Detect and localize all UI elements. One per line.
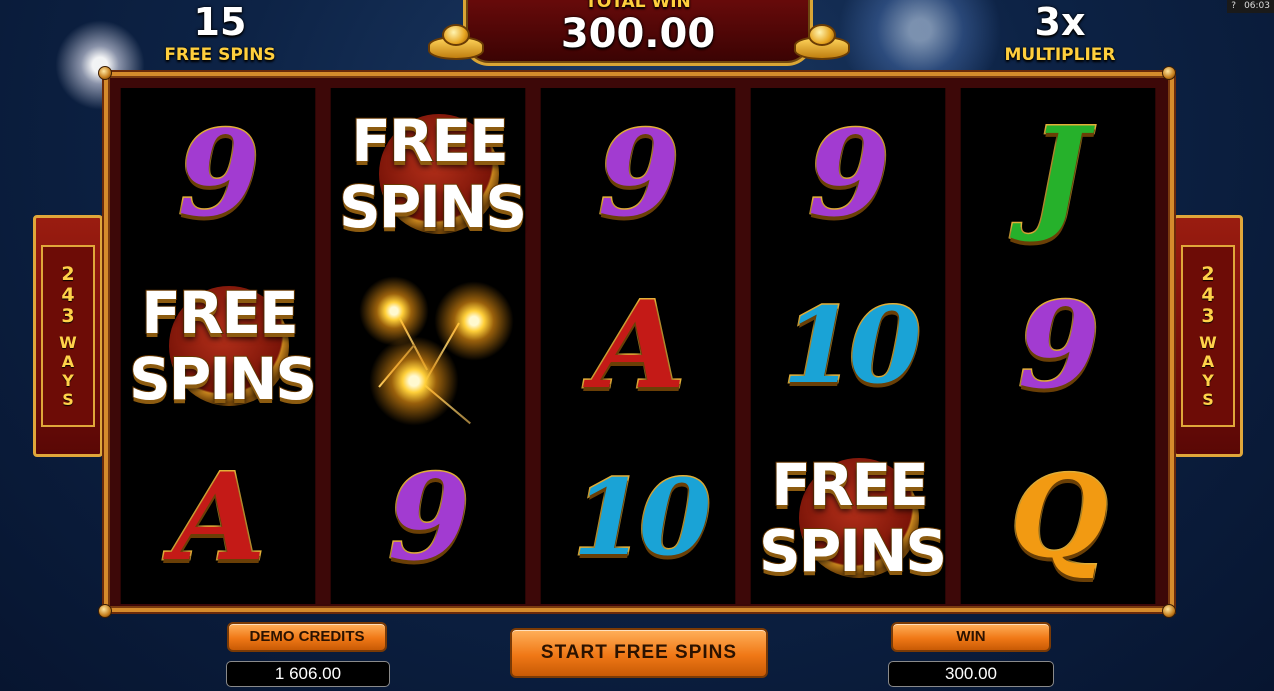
symbol-nine: 9 xyxy=(806,104,891,243)
ways-banner-left: 243 WAYS xyxy=(33,215,103,457)
symbol-free-spins: FREE SPINS xyxy=(758,451,948,585)
reel-1: 9 FREE SPINS A xyxy=(120,88,318,604)
reel-2-symbol-1: FREE SPINS xyxy=(331,88,528,260)
ways-label-left: WAYS xyxy=(59,332,77,409)
credits-value: 1 606.00 xyxy=(226,661,390,687)
symbol-nine: 9 xyxy=(596,104,681,243)
reel-1-symbol-2: FREE SPINS xyxy=(121,260,318,432)
gold-ingot-right-icon xyxy=(794,22,850,62)
reel-4: 9 10 FREE SPINS xyxy=(750,88,948,604)
reel-5-symbol-1: J xyxy=(961,88,1157,260)
reel-3-symbol-1: 9 xyxy=(541,88,737,260)
reel-2: FREE SPINS 9 xyxy=(330,88,528,604)
symbol-ten: 10 xyxy=(571,456,713,579)
symbol-free-spins: FREE SPINS xyxy=(338,107,528,241)
symbol-free-spins: FREE SPINS xyxy=(128,279,318,413)
win-value: 300.00 xyxy=(888,661,1054,687)
symbol-jack: J xyxy=(1028,101,1090,246)
free-spins-count: 15 xyxy=(193,0,247,44)
reel-5: J 9 Q xyxy=(960,88,1156,604)
reel-5-symbol-2: 9 xyxy=(961,260,1157,432)
total-win-plaque: TOTAL WIN 300.00 xyxy=(463,0,813,66)
free-spins-label: FREE SPINS xyxy=(164,45,276,65)
reel-4-symbol-3: FREE SPINS xyxy=(751,432,948,604)
gold-ingot-left-icon xyxy=(428,22,484,62)
symbol-ace: A xyxy=(591,275,687,416)
symbol-ace: A xyxy=(171,447,267,588)
reel-2-symbol-2 xyxy=(331,260,527,432)
frame-bolt-icon xyxy=(98,66,112,80)
reel-3-symbol-3: 10 xyxy=(541,432,737,604)
reel-2-symbol-3: 9 xyxy=(331,432,527,604)
symbol-nine: 9 xyxy=(386,448,471,587)
frame-bolt-icon xyxy=(1162,604,1176,618)
multiplier-value: 3x xyxy=(1034,0,1086,44)
ways-count-right: 243 xyxy=(1201,262,1215,327)
reel-4-symbol-1: 9 xyxy=(751,88,947,260)
frame-bolt-icon xyxy=(1162,66,1176,80)
symbol-ten: 10 xyxy=(781,284,923,407)
win-label: WIN xyxy=(891,622,1051,652)
system-bar: ? 06:03 xyxy=(1227,0,1274,13)
ways-banner-right: 243 WAYS xyxy=(1173,215,1243,457)
reel-frame: 9 FREE SPINS A FREE SPINS 9 9 A 10 9 10 … xyxy=(104,72,1174,612)
ways-label-right: WAYS xyxy=(1199,332,1217,409)
total-win-value: 300.00 xyxy=(560,11,716,57)
ways-count-left: 243 xyxy=(61,262,75,327)
reel-1-symbol-1: 9 xyxy=(121,88,317,260)
multiplier-label: MULTIPLIER xyxy=(1004,45,1116,65)
reel-5-symbol-3: Q xyxy=(961,432,1157,604)
clock-label: 06:03 xyxy=(1244,1,1270,11)
symbol-nine: 9 xyxy=(1016,276,1101,415)
help-icon[interactable]: ? xyxy=(1231,0,1236,13)
reel-3-symbol-2: A xyxy=(541,260,737,432)
reel-3: 9 A 10 xyxy=(540,88,736,604)
sparkler-icon xyxy=(339,266,519,426)
reel-1-symbol-3: A xyxy=(121,432,317,604)
symbol-nine: 9 xyxy=(176,104,261,243)
demo-credits-label: DEMO CREDITS xyxy=(227,622,387,652)
start-free-spins-button[interactable]: START FREE SPINS xyxy=(510,628,768,678)
frame-bolt-icon xyxy=(98,604,112,618)
symbol-queen: Q xyxy=(1009,452,1110,583)
reel-4-symbol-2: 10 xyxy=(751,260,947,432)
